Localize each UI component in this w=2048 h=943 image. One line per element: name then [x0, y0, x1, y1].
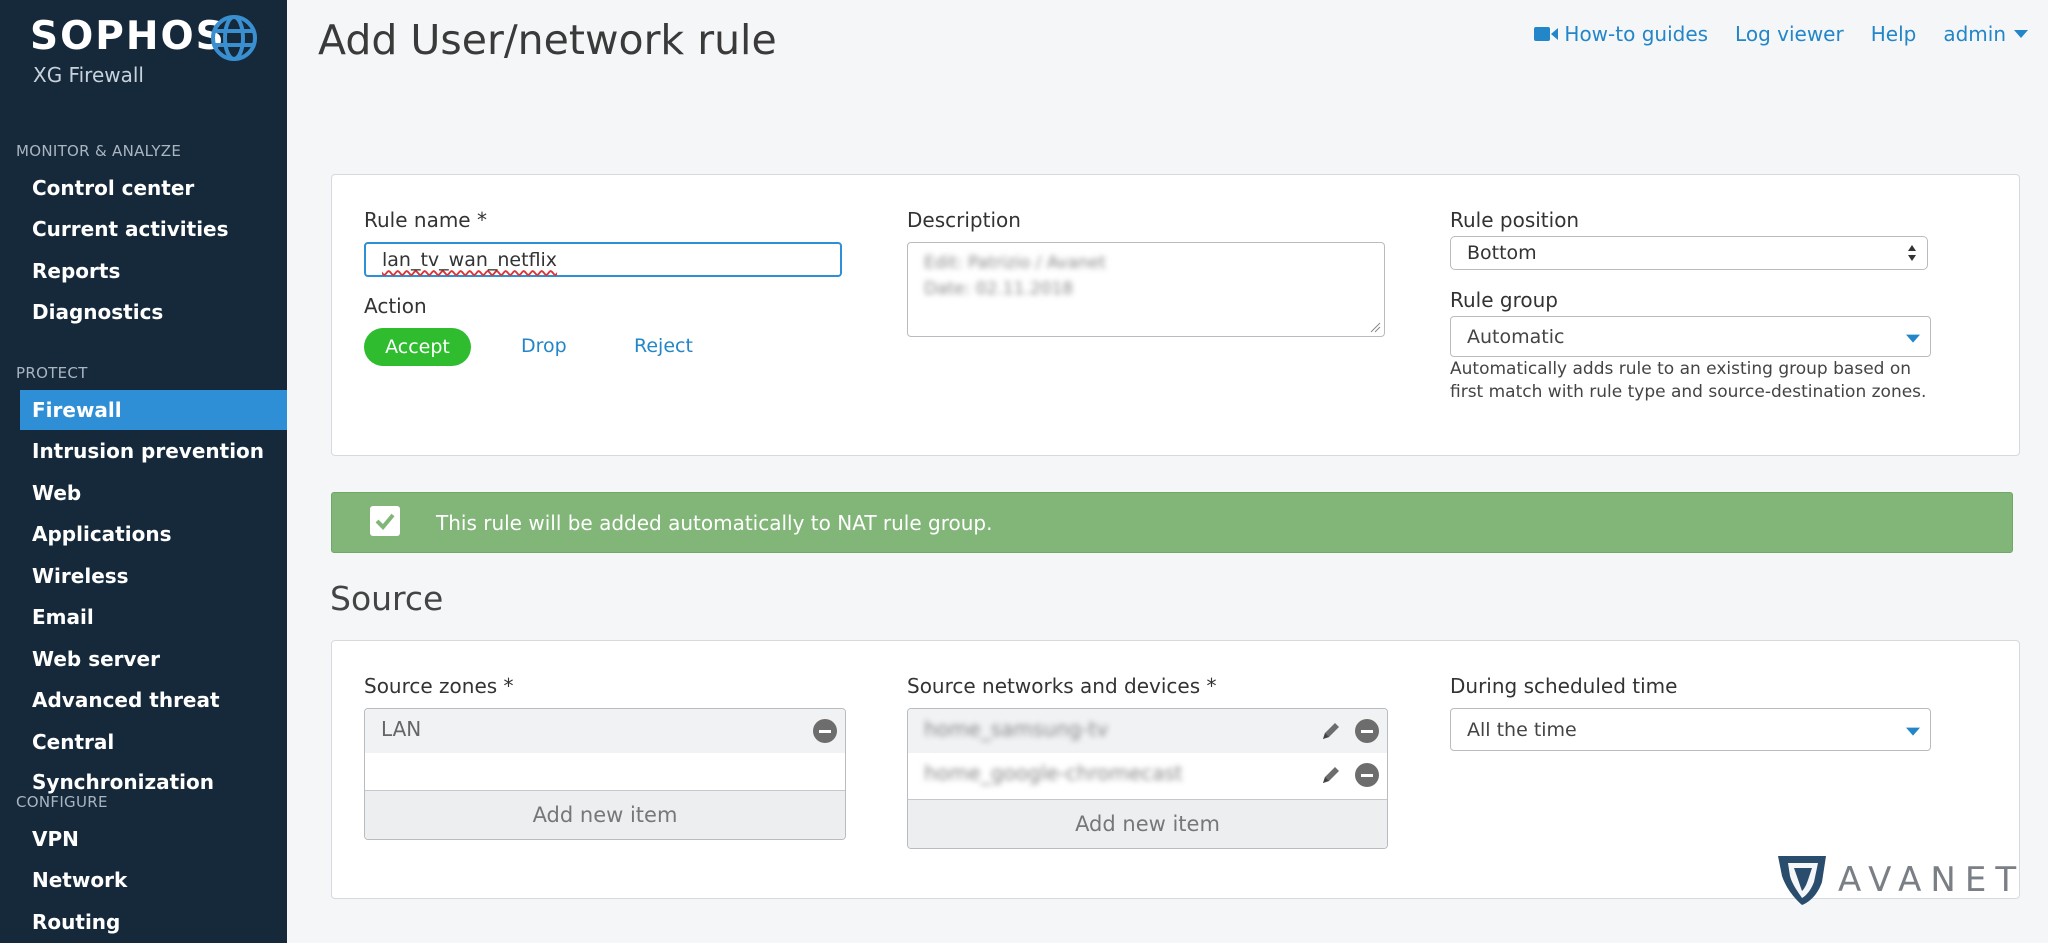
globe-icon — [211, 15, 257, 61]
brand-product: XG Firewall — [33, 63, 144, 87]
rule-position-value: Bottom — [1467, 242, 1537, 264]
nav-section-configure: CONFIGURE — [16, 793, 108, 811]
rule-group-select[interactable]: Automatic — [1450, 316, 1931, 357]
rule-position-label: Rule position — [1450, 208, 1580, 232]
sidebar-item-network[interactable]: Network — [0, 860, 287, 900]
up-down-arrows-icon — [1908, 245, 1916, 261]
zone-lan: LAN — [381, 717, 422, 741]
drop-button[interactable]: Drop — [521, 335, 567, 357]
description-label: Description — [907, 208, 1021, 232]
schedule-label: During scheduled time — [1450, 674, 1678, 698]
howto-label: How-to guides — [1564, 22, 1709, 46]
rule-name-label: Rule name * — [364, 208, 487, 232]
sidebar-item-firewall[interactable]: Firewall — [20, 390, 287, 430]
action-label: Action — [364, 294, 427, 318]
notice-checkbox[interactable] — [370, 506, 400, 536]
accept-button[interactable]: Accept — [364, 328, 471, 366]
sidebar-item-reports[interactable]: Reports — [0, 251, 287, 291]
brand-name: SOPHOS — [30, 14, 226, 59]
source-zones-label: Source zones * — [364, 674, 514, 698]
source-zones-list: LAN Add new item — [364, 708, 846, 840]
sidebar-item-intrusion-prevention[interactable]: Intrusion prevention — [0, 431, 287, 471]
help-link[interactable]: Help — [1871, 22, 1917, 46]
howto-link[interactable]: How-to guides — [1534, 22, 1708, 46]
reject-button[interactable]: Reject — [634, 335, 693, 357]
schedule-select[interactable]: All the time — [1450, 708, 1931, 751]
sidebar-item-routing[interactable]: Routing — [0, 902, 287, 942]
page-title: Add User/network rule — [318, 16, 777, 64]
avanet-wordmark: AVANET — [1838, 860, 2026, 900]
nat-notice: This rule will be added automatically to… — [331, 492, 2013, 553]
description-textarea[interactable]: Edit: Patrizio / Avanet Date: 02.11.2018 — [907, 242, 1385, 337]
rule-position-select[interactable]: Bottom — [1450, 236, 1928, 270]
rule-group-help: Automatically adds rule to an existing g… — [1450, 359, 1927, 402]
sidebar: SOPHOS XG Firewall MONITOR & ANALYZE Con… — [0, 0, 287, 943]
remove-icon[interactable] — [813, 719, 837, 743]
rule-group-label: Rule group — [1450, 288, 1558, 312]
source-networks-list: home_samsung-tv home_google-chromecast A… — [907, 708, 1388, 849]
rule-name-input[interactable]: lan_tv_wan_netflix — [364, 242, 842, 277]
sidebar-item-advanced-threat[interactable]: Advanced threat — [0, 680, 287, 720]
sidebar-item-wireless[interactable]: Wireless — [0, 556, 287, 596]
list-item: home_samsung-tv — [908, 709, 1387, 753]
sidebar-item-vpn[interactable]: VPN — [0, 819, 287, 859]
log-viewer-link[interactable]: Log viewer — [1735, 22, 1844, 46]
sidebar-item-control-center[interactable]: Control center — [0, 168, 287, 208]
admin-label: admin — [1943, 22, 2006, 46]
top-links: How-to guides Log viewer Help admin — [1534, 22, 2028, 46]
source-networks-label: Source networks and devices * — [907, 674, 1217, 698]
list-item: home_google-chromecast — [908, 753, 1387, 797]
source-section-title: Source — [330, 579, 444, 618]
video-camera-icon — [1534, 27, 1559, 41]
sidebar-item-web-server[interactable]: Web server — [0, 639, 287, 679]
avanet-logo: AVANET — [1776, 854, 2016, 906]
brand: SOPHOS XG Firewall — [30, 14, 226, 87]
notice-text: This rule will be added automatically to… — [436, 510, 993, 535]
sidebar-item-applications[interactable]: Applications — [0, 514, 287, 554]
sidebar-item-web[interactable]: Web — [0, 473, 287, 513]
resize-handle-icon — [1370, 322, 1381, 333]
network-item-2: home_google-chromecast — [924, 761, 1183, 785]
remove-icon[interactable] — [1355, 763, 1379, 787]
remove-icon[interactable] — [1355, 719, 1379, 743]
chevron-down-icon — [1906, 334, 1920, 343]
sidebar-item-central-synchronization[interactable]: Central Synchronization — [0, 722, 287, 794]
pencil-icon[interactable] — [1319, 719, 1343, 743]
add-zone-button[interactable]: Add new item — [365, 790, 845, 839]
sidebar-item-email[interactable]: Email — [0, 597, 287, 637]
rule-group-value: Automatic — [1467, 325, 1565, 348]
add-network-button[interactable]: Add new item — [908, 799, 1387, 848]
schedule-value: All the time — [1467, 718, 1577, 741]
nav-section-monitor: MONITOR & ANALYZE — [16, 142, 182, 160]
sidebar-item-current-activities[interactable]: Current activities — [0, 209, 287, 249]
chevron-down-icon — [2014, 30, 2028, 38]
chevron-down-icon — [1906, 727, 1920, 736]
sidebar-item-diagnostics[interactable]: Diagnostics — [0, 292, 287, 332]
admin-menu[interactable]: admin — [1943, 22, 2028, 46]
nav-section-protect: PROTECT — [16, 364, 88, 382]
checkmark-icon — [375, 513, 395, 530]
description-line-2: Date: 02.11.2018 — [924, 279, 1074, 299]
description-line-1: Edit: Patrizio / Avanet — [924, 253, 1106, 273]
rule-name-value: lan_tv_wan_netflix — [382, 248, 558, 271]
network-item-1: home_samsung-tv — [924, 717, 1109, 741]
list-item: LAN — [365, 709, 845, 753]
pencil-icon[interactable] — [1319, 763, 1343, 787]
